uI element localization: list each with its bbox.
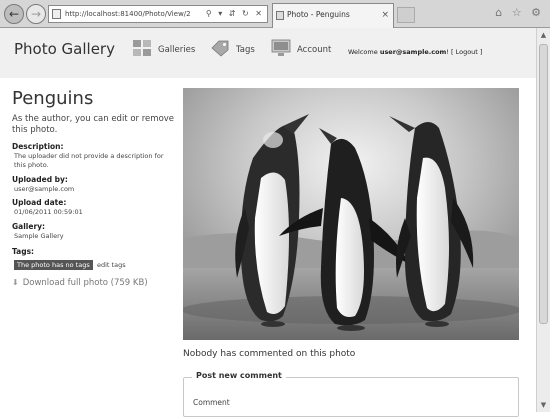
edit-tags-link[interactable]: edit tags — [97, 260, 126, 270]
address-bar[interactable]: http://localhost:81400/Photo/View/2 ⚲ ▾ … — [48, 5, 268, 23]
page-icon — [52, 9, 61, 19]
back-arrow-icon: ← — [8, 7, 20, 21]
download-link[interactable]: ⬇ Download full photo (759 KB) — [12, 278, 148, 288]
tag-icon — [211, 40, 229, 57]
site-title[interactable]: Photo Gallery — [14, 40, 115, 58]
monitor-icon — [271, 39, 291, 56]
download-label: Download full photo (759 KB) — [22, 278, 148, 288]
tags-label: Tags: — [12, 247, 35, 256]
welcome-sep: ! [ — [446, 48, 456, 56]
nav-tags-label: Tags — [236, 45, 255, 55]
edit-photo-link[interactable]: edit — [111, 114, 127, 124]
address-url: http://localhost:81400/Photo/View/2 — [65, 10, 191, 18]
scroll-down-icon[interactable]: ▼ — [539, 401, 548, 409]
tab-page-icon — [276, 11, 284, 20]
nav-tags[interactable]: Tags — [211, 40, 255, 57]
penguins-photo — [183, 88, 519, 340]
logout-link[interactable]: Logout — [456, 48, 478, 56]
post-comment-fieldset — [183, 377, 519, 417]
nav-account-label: Account — [297, 45, 332, 55]
description-value: The uploader did not provide a descripti… — [14, 152, 164, 169]
site-header: Photo Gallery Galleries Tags Account Wel… — [0, 28, 536, 78]
galleries-icon — [133, 40, 151, 56]
no-comments-text: Nobody has commented on this photo — [183, 349, 356, 359]
scroll-thumb[interactable] — [539, 44, 548, 324]
tab-photo-penguins[interactable]: Photo - Penguins × — [272, 3, 394, 28]
nav-galleries-label: Galleries — [158, 45, 196, 55]
forward-arrow-icon: → — [30, 7, 42, 21]
tags-badge: The photo has no tags — [14, 260, 93, 270]
author-actions: As the author, you can edit or remove th… — [12, 114, 177, 136]
gallery-label: Gallery: — [12, 222, 46, 231]
author-text-3: this photo. — [12, 125, 58, 135]
description-label: Description: — [12, 142, 64, 151]
upload-date-value: 01/06/2011 00:59:01 — [14, 208, 83, 216]
remove-photo-link[interactable]: remove — [142, 114, 174, 124]
back-button[interactable]: ← — [4, 4, 24, 24]
author-text-1: As the author, you can — [12, 114, 112, 124]
comment-field-label: Comment — [193, 398, 230, 407]
author-text-2: or — [127, 114, 142, 124]
welcome-suffix: ] — [477, 48, 483, 56]
gallery-value[interactable]: Sample Gallery — [14, 232, 174, 241]
nav-galleries[interactable]: Galleries — [133, 40, 196, 56]
uploaded-by-label: Uploaded by: — [12, 175, 68, 184]
download-arrow-icon: ⬇ — [12, 278, 19, 287]
post-comment-legend: Post new comment — [192, 371, 286, 380]
vertical-scrollbar[interactable]: ▲ ▼ — [536, 28, 550, 412]
welcome-prefix: Welcome — [348, 48, 380, 56]
address-tools-icons[interactable]: ⚲ ▾ ⇵ ↻ ✕ — [206, 6, 264, 22]
nav-account[interactable]: Account — [271, 39, 332, 56]
new-tab-button[interactable] — [397, 7, 415, 23]
home-favorites-tools-icons[interactable]: ⌂ ☆ ⚙ — [495, 6, 544, 19]
photo-image[interactable] — [183, 88, 519, 340]
page-title: Penguins — [12, 88, 94, 109]
browser-chrome: ← → http://localhost:81400/Photo/View/2 … — [0, 0, 550, 28]
upload-date-label: Upload date: — [12, 198, 67, 207]
forward-button[interactable]: → — [26, 4, 46, 24]
tab-title: Photo - Penguins — [287, 10, 350, 19]
scroll-up-icon[interactable]: ▲ — [539, 31, 548, 39]
welcome-text: Welcome user@sample.com! [ Logout ] — [348, 48, 482, 56]
tab-close-icon[interactable]: × — [381, 4, 389, 26]
welcome-user: user@sample.com — [379, 48, 447, 56]
uploaded-by-value: user@sample.com — [14, 185, 75, 193]
